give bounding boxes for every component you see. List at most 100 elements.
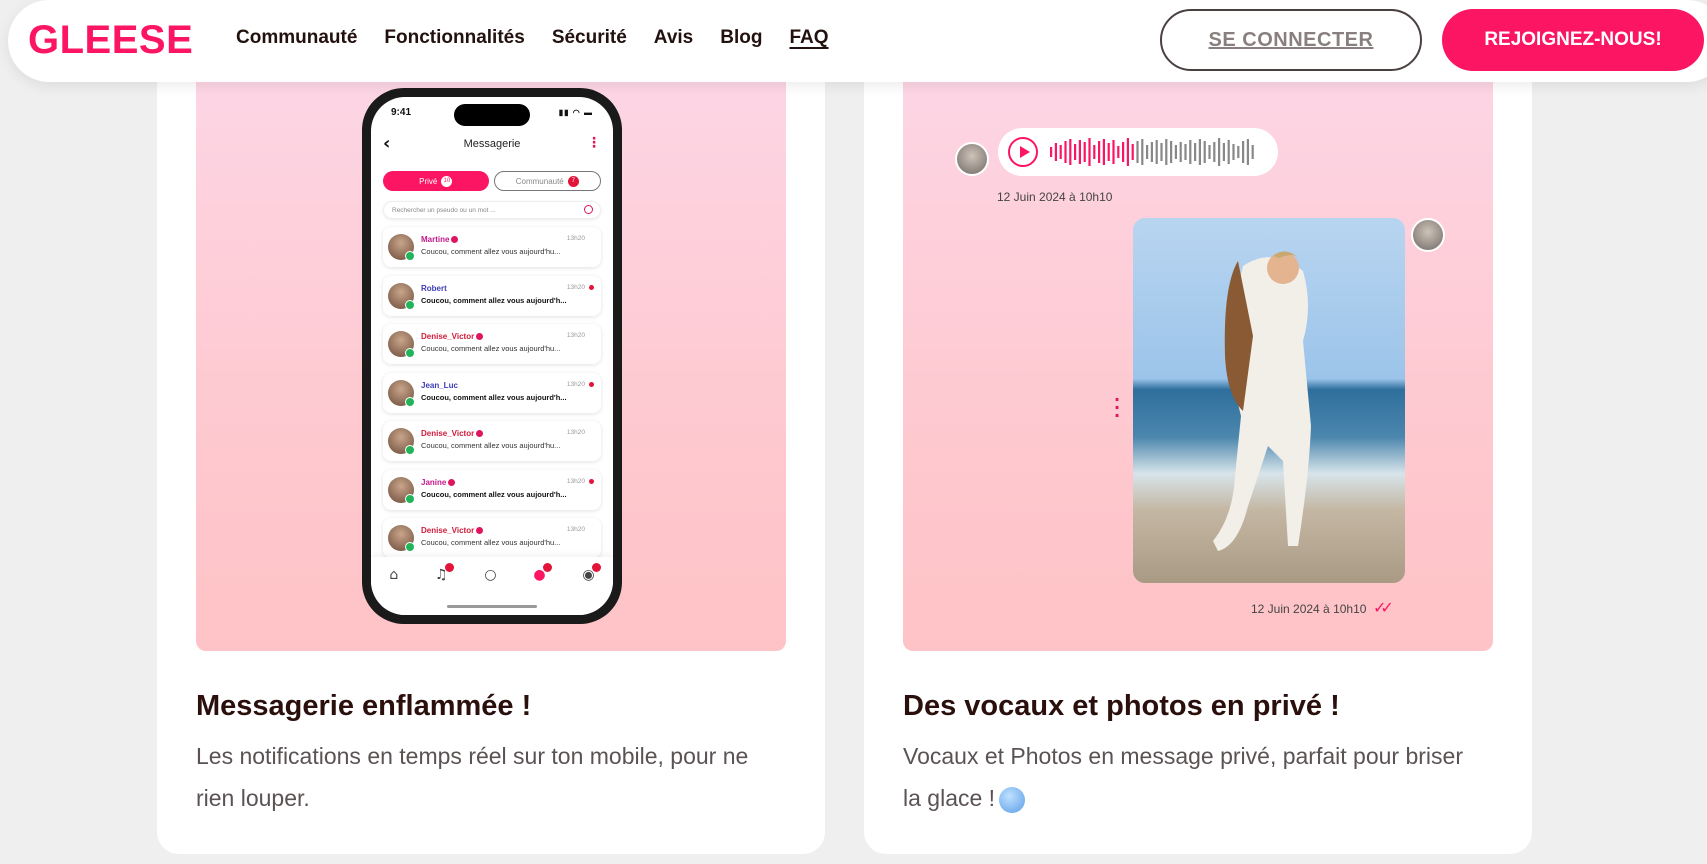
main-menu: Communauté Fonctionnalités Sécurité Avis… — [236, 27, 829, 49]
phone-search-input[interactable]: Rechercher un pseudo ou un mot ... — [383, 201, 601, 219]
avatar — [388, 331, 415, 358]
unread-dot — [589, 478, 594, 484]
receiver-avatar — [1411, 218, 1445, 252]
waveform-bar — [1232, 144, 1235, 160]
avatar — [388, 234, 415, 261]
waveform-bar — [1189, 140, 1192, 164]
conversation-row[interactable]: Martine 13h20 Coucou, comment allez vous a… — [383, 227, 601, 267]
conversation-row[interactable]: Jean_Luc 13h20 Coucou, comment allez vous … — [383, 372, 601, 413]
waveform-bar — [1117, 146, 1120, 158]
waveform-bar — [1179, 142, 1182, 162]
waveform-bar — [1102, 139, 1105, 165]
conversation-name-text: Janine — [421, 477, 447, 487]
feature-card-voice-photo: 12 Juin 2024 à 10h10 · · · 12 Juin 2024 à … — [864, 10, 1532, 854]
phone-screen: 9:41 ▮▮ ◠ ▬ ‹ Messagerie ⋮ Privé 10 Comm… — [371, 97, 613, 615]
waveform-bar — [1126, 138, 1129, 166]
home-icon[interactable]: ⌂ — [389, 567, 398, 583]
waveform-bar — [1184, 144, 1187, 160]
nav-link-faq[interactable]: FAQ — [789, 27, 828, 49]
login-button[interactable]: SE CONNECTER — [1160, 9, 1422, 71]
phone-mockup: 9:41 ▮▮ ◠ ▬ ‹ Messagerie ⋮ Privé 10 Comm… — [362, 88, 622, 624]
conversation-time: 13h20 — [566, 429, 585, 436]
conversation-time: 13h20 — [566, 477, 585, 485]
conversation-time: 13h20 — [566, 235, 585, 242]
conversation-preview: Coucou, comment allez vous aujourd'h... — [421, 489, 567, 499]
nav-link-avis[interactable]: Avis — [654, 27, 693, 49]
waveform-bar — [1227, 140, 1230, 164]
bell-icon[interactable]: ♫ — [435, 563, 454, 583]
waveform-bar — [1050, 147, 1053, 157]
conversation-preview: Coucou, comment allez vous aujourd'hu... — [421, 441, 561, 450]
conversation-row[interactable]: Denise_Victor 13h20 Coucou, comment allez … — [383, 518, 601, 558]
home-indicator — [447, 605, 537, 608]
conversation-preview: Coucou, comment allez vous aujourd'h... — [421, 295, 567, 305]
card-title: Des vocaux et photos en privé ! — [903, 690, 1340, 722]
tab-community[interactable]: Communauté 7 — [493, 171, 601, 191]
more-vertical-icon[interactable]: ⋮ — [587, 135, 601, 151]
waveform-bar — [1213, 142, 1216, 162]
unread-dot — [589, 381, 594, 387]
waveform-bar — [1083, 142, 1086, 162]
brand-logo[interactable]: GLEESE — [28, 18, 193, 63]
conversation-row[interactable]: Denise_Victor 13h20 Coucou, comment allez … — [383, 324, 601, 364]
search-icon — [584, 205, 593, 214]
chat-badge — [542, 563, 552, 572]
tab-private[interactable]: Privé 10 — [383, 171, 489, 191]
conversation-row[interactable]: Robert 13h20 Coucou, comment allez vous au… — [383, 275, 601, 316]
waveform-bar — [1150, 142, 1153, 162]
avatar — [388, 476, 415, 504]
waveform-bar — [1174, 145, 1177, 159]
waveform-bar — [1112, 140, 1115, 164]
waveform-bar — [1059, 145, 1062, 159]
conversation-name: Denise_Victor — [421, 332, 484, 341]
search-tab-icon[interactable]: ○ — [484, 567, 496, 583]
waveform-bar — [1107, 143, 1110, 161]
waveform-bar — [1170, 141, 1173, 163]
profile-badge — [591, 563, 601, 572]
avatar — [388, 525, 415, 552]
conversation-time: 13h20 — [566, 526, 585, 533]
audio-waveform — [1050, 138, 1254, 166]
verified-badge-icon — [476, 430, 484, 438]
play-icon[interactable] — [1008, 137, 1038, 167]
waveform-bar — [1208, 145, 1211, 159]
more-vertical-icon[interactable]: · · · — [1114, 392, 1120, 424]
double-check-icon: ✓✓ — [1373, 598, 1394, 617]
waveform-bar — [1136, 141, 1139, 163]
conversation-name: Janine — [421, 477, 456, 487]
waveform-bar — [1218, 138, 1221, 166]
conversation-name-text: Robert — [421, 283, 447, 293]
card-description: Vocaux et Photos en message privé, parfa… — [903, 735, 1483, 819]
conversation-name: Martine — [421, 235, 459, 244]
conversation-name-text: Denise_Victor — [421, 526, 475, 535]
verified-badge-icon — [448, 478, 456, 486]
avatar — [388, 379, 415, 407]
avatar — [388, 282, 415, 310]
waveform-bar — [1131, 144, 1134, 160]
voice-message-bubble[interactable] — [998, 128, 1278, 176]
join-button[interactable]: REJOIGNEZ-NOUS! — [1442, 9, 1704, 71]
bell-badge — [444, 563, 454, 572]
tab-private-label: Privé — [419, 176, 438, 186]
conversation-list: Martine 13h20 Coucou, comment allez vous a… — [383, 227, 601, 567]
conversation-preview: Coucou, comment allez vous aujourd'hu... — [421, 344, 561, 353]
waveform-bar — [1237, 146, 1240, 158]
nav-link-fonctionnalites[interactable]: Fonctionnalités — [384, 27, 524, 49]
conversation-row[interactable]: Janine 13h20 Coucou, comment allez vous au… — [383, 469, 601, 510]
verified-badge-icon — [476, 333, 484, 341]
profile-icon[interactable]: ◉ — [582, 563, 601, 583]
chat-icon[interactable]: ● — [533, 563, 552, 583]
waveform-bar — [1246, 139, 1249, 165]
conversation-preview: Coucou, comment allez vous aujourd'h... — [421, 392, 567, 402]
nav-link-communaute[interactable]: Communauté — [236, 27, 357, 49]
conversation-row[interactable]: Denise_Victor 13h20 Coucou, comment allez … — [383, 421, 601, 461]
messaging-illustration: 9:41 ▮▮ ◠ ▬ ‹ Messagerie ⋮ Privé 10 Comm… — [196, 58, 786, 651]
waveform-bar — [1194, 143, 1197, 161]
card-description-text: Vocaux et Photos en message privé, parfa… — [903, 743, 1463, 811]
nav-link-securite[interactable]: Sécurité — [552, 27, 627, 49]
feature-card-messaging: 9:41 ▮▮ ◠ ▬ ‹ Messagerie ⋮ Privé 10 Comm… — [157, 10, 825, 854]
couple-on-beach-image — [1213, 251, 1311, 551]
shared-photo[interactable] — [1133, 218, 1405, 583]
waveform-bar — [1165, 139, 1168, 165]
nav-link-blog[interactable]: Blog — [720, 27, 762, 49]
